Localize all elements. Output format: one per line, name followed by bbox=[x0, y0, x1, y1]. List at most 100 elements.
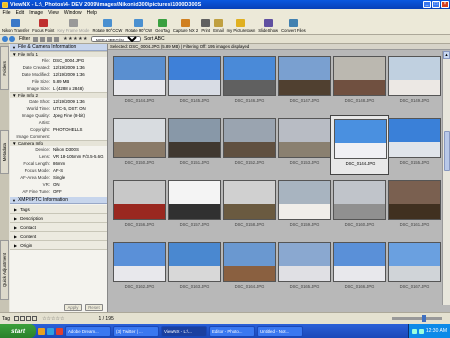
thumbnail[interactable]: DSC_0162.JPG bbox=[110, 239, 169, 299]
thumbnail[interactable]: DSC_0145.JPG bbox=[165, 53, 224, 113]
thumbnail[interactable]: DSC_0156.JPG bbox=[110, 177, 169, 237]
toolbar-button-rotate-90-cw[interactable]: Rotate 90°CW bbox=[125, 19, 152, 33]
thumbnail-caption: DSC_0152.JPG bbox=[234, 160, 265, 165]
thumbnail[interactable]: DSC_0161.JPG bbox=[385, 177, 442, 237]
thumbnail[interactable]: DSC_0155.JPG bbox=[385, 115, 442, 175]
file-camera-info-header[interactable]: ▼ File & Camera Information bbox=[10, 44, 107, 51]
menu-view[interactable]: View bbox=[46, 10, 62, 16]
info-key: Date Shot: bbox=[29, 99, 50, 104]
title-bar: ViewNX - L:\_Photos\4- DEV 2009\images\N… bbox=[0, 0, 450, 9]
thumbnail[interactable]: DSC_0150.JPG bbox=[110, 115, 169, 175]
thumbnail[interactable]: DSC_0157.JPG bbox=[165, 177, 224, 237]
tray-icon[interactable] bbox=[411, 328, 417, 334]
info-row: Focus Mode: AF-S bbox=[10, 167, 107, 174]
thumbnail[interactable]: DSC_0144.JPG bbox=[330, 115, 389, 175]
quicklaunch-icon[interactable] bbox=[47, 327, 54, 335]
vertical-scrollbar[interactable]: ▲ bbox=[442, 51, 450, 305]
toolbar-icon bbox=[157, 19, 167, 27]
back-icon[interactable] bbox=[2, 36, 8, 42]
toolbar-button-capture-nx-2[interactable]: Capture NX 2 bbox=[173, 19, 198, 33]
toolbar-button-print[interactable]: Print bbox=[201, 19, 211, 33]
tag-box-icon[interactable] bbox=[20, 316, 26, 321]
thumbnail[interactable]: DSC_0152.JPG bbox=[220, 115, 279, 175]
taskbar-button[interactable]: Editor - Photo... bbox=[209, 325, 255, 337]
thumbnail[interactable]: DSC_0149.JPG bbox=[385, 53, 442, 113]
taskbar-button[interactable]: Untitled - Not... bbox=[257, 325, 303, 337]
reset-button[interactable]: Reset bbox=[85, 303, 103, 311]
slider-handle[interactable] bbox=[422, 315, 426, 322]
tab-metadata[interactable]: Metadata bbox=[0, 130, 9, 174]
file-type-select[interactable]: NEF+JPEG(NEFX) bbox=[91, 36, 142, 42]
toolbar-button-rotate-90-ccw[interactable]: Rotate 90°CCW bbox=[92, 19, 122, 33]
scroll-thumb[interactable] bbox=[444, 131, 450, 171]
tab-quick-adjustment[interactable]: Quick Adjustment bbox=[0, 240, 9, 300]
xmp-item-tags[interactable]: ▶ Tags bbox=[10, 205, 107, 214]
thumbnail[interactable]: DSC_0158.JPG bbox=[220, 177, 279, 237]
thumbnail[interactable]: DSC_0165.JPG bbox=[275, 239, 334, 299]
expand-icon: ▶ bbox=[14, 242, 18, 248]
thumbnail[interactable]: DSC_0166.JPG bbox=[330, 239, 389, 299]
toolbar-button-focus-point[interactable]: Focus Point bbox=[32, 19, 54, 33]
toolbar-button-convert-files[interactable]: Convert Files bbox=[281, 19, 306, 33]
toolbar-button-email[interactable]: Email bbox=[213, 19, 224, 33]
thumbnail[interactable]: DSC_0159.JPG bbox=[275, 177, 334, 237]
quicklaunch-icon[interactable] bbox=[38, 327, 45, 335]
xmp-item-description[interactable]: ▶ Description bbox=[10, 214, 107, 223]
xmp-iptc-header[interactable]: ▼ XMP/IPTC Information bbox=[10, 197, 107, 204]
thumbnail-size-slider[interactable] bbox=[392, 315, 442, 322]
tag-box-icon[interactable] bbox=[14, 316, 20, 321]
menu-help[interactable]: Help bbox=[84, 10, 99, 16]
forward-icon[interactable] bbox=[9, 36, 15, 42]
menu-image[interactable]: Image bbox=[27, 10, 46, 16]
thumbnail[interactable]: DSC_0147.JPG bbox=[275, 53, 334, 113]
thumbnail-image bbox=[168, 242, 221, 282]
thumbnail-caption: DSC_0156.JPG bbox=[124, 222, 155, 227]
rating-filter[interactable]: ★★★★★ bbox=[63, 36, 88, 42]
tab-folders[interactable]: Folders bbox=[0, 46, 9, 90]
info-row: Image Comment: bbox=[10, 133, 107, 140]
thumbnail[interactable]: DSC_0144.JPG bbox=[110, 53, 169, 113]
info-key: Focus Mode: bbox=[24, 168, 50, 173]
thumbnail[interactable]: DSC_0148.JPG bbox=[330, 53, 389, 113]
info-value: Single bbox=[53, 175, 66, 180]
info-key: Image Quality: bbox=[21, 113, 50, 118]
thumbnail[interactable]: DSC_0146.JPG bbox=[220, 53, 279, 113]
thumbnail[interactable]: DSC_0164.JPG bbox=[220, 239, 279, 299]
filter-label: Filter bbox=[19, 36, 31, 42]
toolbar-button-key-frame-mode[interactable]: Key Frame Mode bbox=[57, 19, 89, 33]
start-button[interactable]: start bbox=[0, 324, 36, 338]
toolbar-button-geotag[interactable]: GeoTag bbox=[155, 19, 170, 33]
taskbar-button[interactable]: ViewNX - L:\... bbox=[161, 325, 207, 337]
toolbar-button-my-picturetown[interactable]: my Picturetown bbox=[227, 19, 255, 33]
tag-box-icon[interactable] bbox=[32, 316, 38, 321]
scroll-up-icon[interactable]: ▲ bbox=[443, 51, 450, 59]
tag-box-icon[interactable] bbox=[26, 316, 32, 321]
thumbnail-caption: DSC_0144.JPG bbox=[124, 98, 155, 103]
minimize-button[interactable]: _ bbox=[423, 1, 431, 8]
thumbnail[interactable]: DSC_0160.JPG bbox=[330, 177, 389, 237]
thumbnail[interactable]: DSC_0167.JPG bbox=[385, 239, 442, 299]
menu-window[interactable]: Window bbox=[61, 10, 84, 16]
menu-edit[interactable]: Edit bbox=[13, 10, 27, 16]
maximize-button[interactable]: □ bbox=[432, 1, 440, 8]
sort-label[interactable]: Sort ABC bbox=[144, 36, 165, 42]
taskbar-button[interactable]: (3) Twitter | ... bbox=[113, 325, 159, 337]
close-button[interactable]: × bbox=[441, 1, 449, 8]
rating-stars[interactable]: ☆☆☆☆☆ bbox=[42, 316, 64, 322]
toolbar-button-nikon-transfer[interactable]: Nikon Transfer bbox=[2, 19, 29, 33]
toolbar-button-slideshow[interactable]: SlideShow bbox=[258, 19, 278, 33]
view-mode-icons[interactable] bbox=[33, 36, 60, 42]
thumbnail-image bbox=[223, 118, 276, 158]
xmp-item-contact[interactable]: ▶ Contact bbox=[10, 223, 107, 232]
taskbar-button[interactable]: Adobe Dream... bbox=[65, 325, 111, 337]
thumbnail[interactable]: DSC_0163.JPG bbox=[165, 239, 224, 299]
tray-icon[interactable] bbox=[418, 328, 424, 334]
info-value: UTC-5, DST: ON bbox=[53, 106, 86, 111]
apply-button[interactable]: Apply bbox=[64, 303, 82, 311]
quicklaunch-icon[interactable] bbox=[56, 327, 63, 335]
thumbnail[interactable]: DSC_0153.JPG bbox=[275, 115, 334, 175]
xmp-item-origin[interactable]: ▶ Origin bbox=[10, 241, 107, 250]
thumbnail[interactable]: DSC_0151.JPG bbox=[165, 115, 224, 175]
menu-file[interactable]: File bbox=[0, 10, 13, 16]
xmp-item-content[interactable]: ▶ Content bbox=[10, 232, 107, 241]
